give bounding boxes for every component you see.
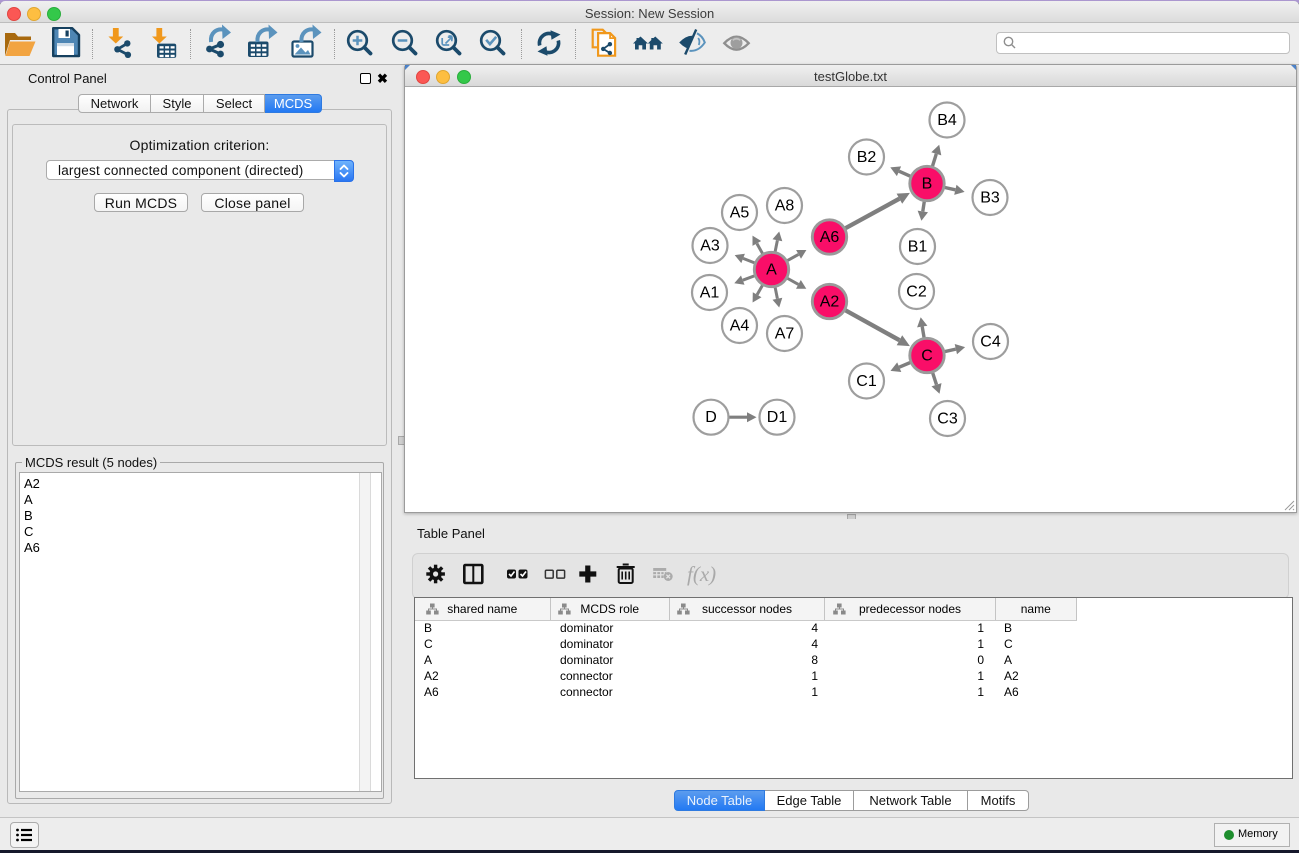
svg-text:A4: A4 bbox=[730, 318, 750, 335]
svg-text:B4: B4 bbox=[937, 112, 957, 129]
svg-text:A2: A2 bbox=[820, 294, 840, 311]
svg-text:C: C bbox=[921, 348, 933, 365]
svg-text:D1: D1 bbox=[767, 409, 788, 426]
svg-text:B2: B2 bbox=[857, 149, 877, 166]
svg-text:B3: B3 bbox=[980, 190, 1000, 207]
svg-text:A1: A1 bbox=[700, 285, 720, 302]
svg-text:B1: B1 bbox=[908, 239, 928, 256]
svg-text:A6: A6 bbox=[820, 229, 840, 246]
svg-text:C3: C3 bbox=[937, 411, 958, 428]
svg-text:C1: C1 bbox=[856, 373, 877, 390]
svg-text:A8: A8 bbox=[775, 198, 795, 215]
svg-text:C2: C2 bbox=[906, 284, 927, 301]
svg-text:B: B bbox=[922, 176, 933, 193]
svg-text:f(x): f(x) bbox=[687, 562, 716, 586]
svg-text:A3: A3 bbox=[700, 238, 720, 255]
svg-text:C4: C4 bbox=[980, 334, 1001, 351]
svg-text:A5: A5 bbox=[730, 205, 750, 222]
svg-text:D: D bbox=[705, 409, 717, 426]
svg-text:A7: A7 bbox=[775, 326, 795, 343]
svg-text:A: A bbox=[766, 262, 777, 279]
